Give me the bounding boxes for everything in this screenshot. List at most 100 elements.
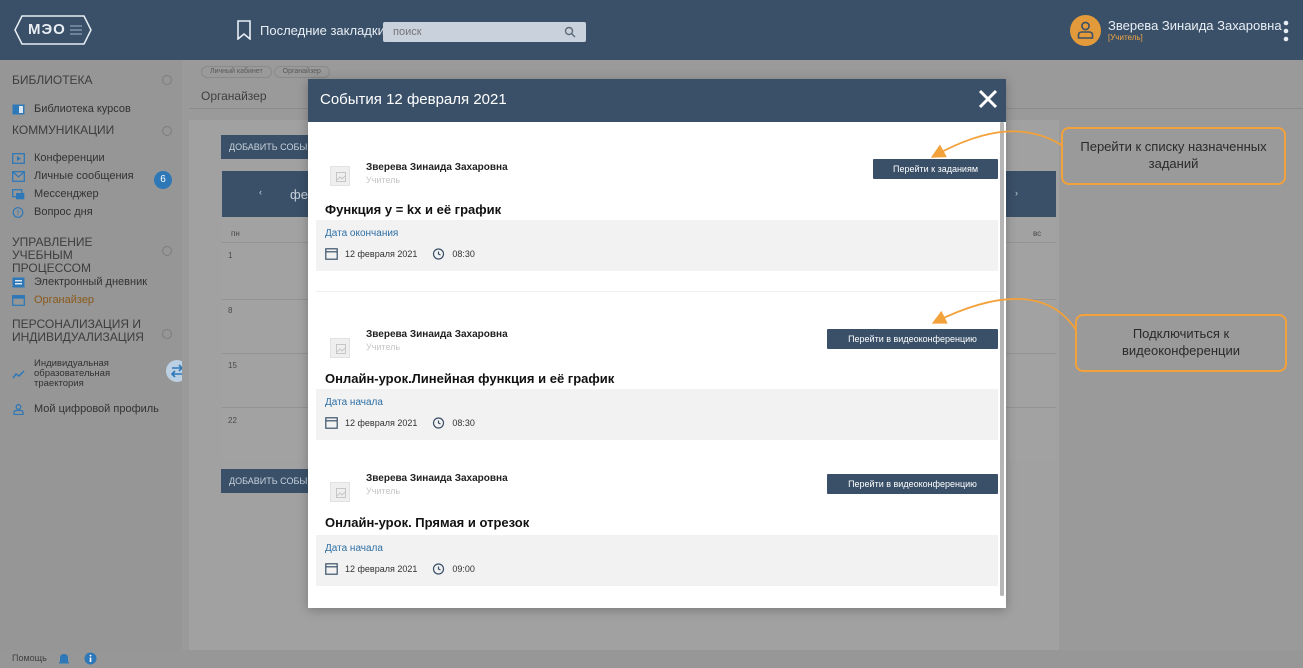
calendar-icon <box>12 294 25 306</box>
callout-video-conference: Подключиться к видеоконференции <box>1075 314 1287 372</box>
search-input[interactable] <box>383 22 553 42</box>
user-name[interactable]: Зверева Зинаида Захаровна <box>1108 18 1282 33</box>
calendar-next-button[interactable]: › <box>1015 188 1018 198</box>
breadcrumb-organizer[interactable]: Органайзер <box>273 66 330 78</box>
event-card: Зверева Зинаида Захаровна Учитель Перейт… <box>308 122 998 292</box>
event-title[interactable]: Онлайн-урок.Линейная функция и её график <box>325 371 614 386</box>
event-time: 08:30 <box>452 417 475 428</box>
event-time: 09:00 <box>452 563 475 574</box>
author-avatar <box>330 482 350 502</box>
event-date-row: 12 февраля 2021 09:00 <box>325 562 475 575</box>
event-author: Зверева Зинаида Захаровна <box>366 329 508 340</box>
event-card: Зверева Зинаида Захаровна Учитель Перейт… <box>308 464 998 594</box>
search-icon[interactable] <box>564 26 576 38</box>
sidebar-section-communications[interactable]: КОММУНИКАЦИИ <box>12 124 114 137</box>
add-event-button-bottom[interactable]: ДОБАВИТЬ СОБЫ <box>221 469 313 493</box>
event-date: 12 февраля 2021 <box>345 563 418 574</box>
author-avatar <box>330 166 350 186</box>
recent-bookmarks-button[interactable]: Последние закладки <box>236 19 385 41</box>
event-date-row: 12 февраля 2021 08:30 <box>325 416 475 429</box>
sidebar-item-conferences[interactable]: Конференции <box>12 152 105 164</box>
top-bar: МЭО Последние закладки Зверева Зинаида З… <box>0 0 1303 60</box>
svg-text:?: ? <box>16 209 20 217</box>
collapse-personalization-icon[interactable] <box>162 329 172 339</box>
breadcrumb: Личный кабинет Органайзер <box>201 66 332 78</box>
image-placeholder-icon <box>336 172 346 182</box>
calendar-prev-button[interactable]: ‹ <box>259 187 262 197</box>
weekday-sun: вс <box>1033 229 1042 238</box>
logo-text: МЭО <box>28 21 66 38</box>
breadcrumb-personal-account[interactable]: Личный кабинет <box>201 66 272 78</box>
sidebar-item-digital-profile[interactable]: Мой цифровой профиль <box>12 403 159 415</box>
calendar-day[interactable]: 22 <box>228 416 237 425</box>
callout-tasks: Перейти к списку назначенных заданий <box>1061 127 1286 185</box>
image-placeholder-icon <box>336 488 346 498</box>
scrollbar-thumb[interactable] <box>1000 122 1004 596</box>
sidebar-item-organizer[interactable]: Органайзер <box>12 294 94 306</box>
event-title[interactable]: Функция у = kx и её график <box>325 202 501 217</box>
event-date-label: Дата окончания <box>325 228 399 239</box>
collapse-library-icon[interactable] <box>162 75 172 85</box>
chat-icon <box>12 188 25 199</box>
event-card: Зверева Зинаида Захаровна Учитель Перейт… <box>308 292 998 464</box>
go-to-tasks-button[interactable]: Перейти к заданиям <box>873 159 998 179</box>
more-menu-icon[interactable] <box>1283 20 1289 42</box>
event-author-role: Учитель <box>366 342 401 352</box>
event-time: 08:30 <box>452 248 475 259</box>
event-meta: Дата окончания 12 февраля 2021 08:30 <box>316 220 998 271</box>
calendar-day[interactable]: 8 <box>228 306 232 315</box>
user-role: [Учитель] <box>1108 33 1143 42</box>
sidebar-section-personalization[interactable]: ПЕРСОНАЛИЗАЦИЯ И ИНДИВИДУАЛИЗАЦИЯ <box>12 318 152 344</box>
sidebar-item-question-of-day[interactable]: ? Вопрос дня <box>12 206 93 218</box>
sidebar-section-library[interactable]: БИБЛИОТЕКА <box>12 74 93 87</box>
event-author: Зверева Зинаида Захаровна <box>366 473 508 484</box>
add-event-button[interactable]: ДОБАВИТЬ СОБЫ <box>221 135 313 159</box>
event-author-role: Учитель <box>366 486 401 496</box>
sidebar-item-courses-library[interactable]: Библиотека курсов <box>12 103 131 115</box>
join-video-conference-button[interactable]: Перейти в видеоконференцию <box>827 329 998 349</box>
bookmark-icon <box>237 20 251 40</box>
bookmarks-label: Последние закладки <box>260 22 385 38</box>
event-title[interactable]: Онлайн-урок. Прямая и отрезок <box>325 515 529 530</box>
clock-icon <box>433 248 445 260</box>
sidebar-section-learning[interactable]: УПРАВЛЕНИЕ УЧЕБНЫМ ПРОЦЕССОМ <box>12 236 152 275</box>
calendar-day[interactable]: 15 <box>228 361 237 370</box>
collapse-communications-icon[interactable] <box>162 126 172 136</box>
book-icon <box>12 104 25 114</box>
event-date-label: Дата начала <box>325 397 383 408</box>
author-avatar <box>330 338 350 358</box>
image-placeholder-icon <box>336 344 346 354</box>
event-meta: Дата начала 12 февраля 2021 09:00 <box>316 535 998 586</box>
info-icon[interactable] <box>84 652 97 665</box>
clock-icon <box>433 417 445 429</box>
calendar-day[interactable]: 1 <box>228 251 232 260</box>
close-icon[interactable] <box>978 89 998 109</box>
sidebar-item-messages[interactable]: Личные сообщения <box>12 170 134 182</box>
sidebar-item-diary[interactable]: Электронный дневник <box>12 276 147 288</box>
sidebar <box>0 60 182 650</box>
event-author-role: Учитель <box>366 175 401 185</box>
user-avatar[interactable] <box>1070 15 1101 46</box>
unread-messages-badge: 6 <box>154 171 172 189</box>
event-meta: Дата начала 12 февраля 2021 08:30 <box>316 389 998 440</box>
modal-header: События 12 февраля 2021 <box>308 79 1006 122</box>
collapse-learning-icon[interactable] <box>162 246 172 256</box>
sidebar-item-messenger[interactable]: Мессенджер <box>12 188 99 200</box>
user-icon <box>1077 21 1094 39</box>
events-modal: События 12 февраля 2021 Зверева Зинаида … <box>308 79 1006 608</box>
help-label[interactable]: Помощь <box>12 653 47 663</box>
event-date: 12 февраля 2021 <box>345 417 418 428</box>
question-icon: ? <box>12 206 24 218</box>
bell-icon[interactable] <box>58 652 70 665</box>
calendar-month-label: фе <box>290 187 308 202</box>
trajectory-icon <box>12 369 25 378</box>
event-date-label: Дата начала <box>325 543 383 554</box>
video-icon <box>12 152 25 164</box>
profile-icon <box>13 403 24 415</box>
event-date-row: 12 февраля 2021 08:30 <box>325 247 475 260</box>
sidebar-item-trajectory[interactable]: Индивидуальная образовательная траектори… <box>12 359 162 389</box>
modal-title: События 12 февраля 2021 <box>320 91 507 108</box>
footer: Помощь <box>0 650 1303 668</box>
calendar-icon <box>325 248 338 260</box>
join-video-conference-button[interactable]: Перейти в видеоконференцию <box>827 474 998 494</box>
